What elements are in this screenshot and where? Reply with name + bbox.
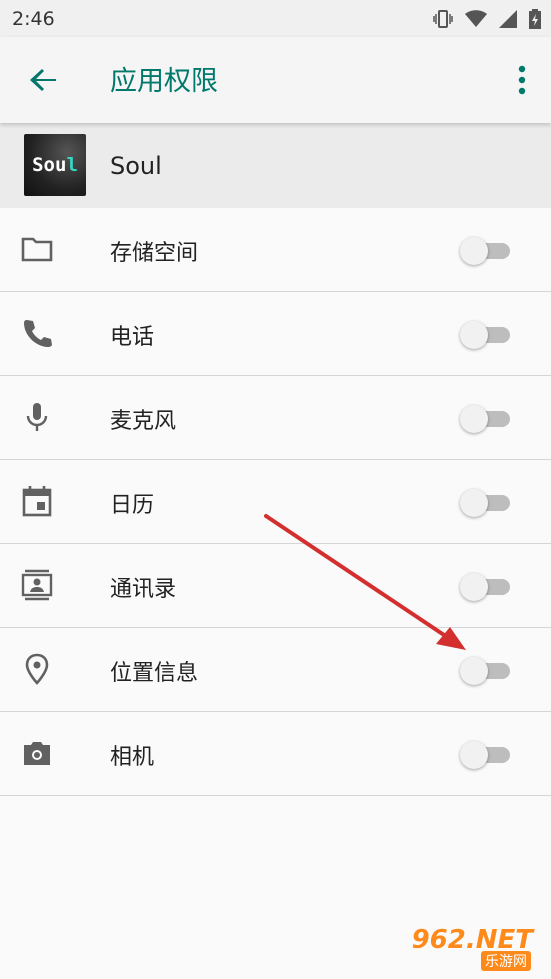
watermark: 962.NET 乐游网 (403, 923, 543, 973)
location-icon (25, 653, 49, 685)
permission-toggle[interactable] (460, 489, 512, 517)
more-options-icon[interactable] (515, 62, 529, 98)
page-title: 应用权限 (110, 66, 218, 97)
permission-label: 麦克风 (110, 409, 177, 434)
permission-label: 通讯录 (110, 577, 177, 602)
permission-list: 存储空间 电话 麦克风 日历 通讯录 位置信息 相机 (0, 208, 551, 796)
permission-toggle[interactable] (460, 405, 512, 433)
permission-label: 存储空间 (110, 241, 199, 266)
wifi-icon (465, 9, 487, 27)
watermark-sub: 乐游网 (481, 951, 531, 971)
app-logo: Soul (24, 134, 86, 196)
permission-label: 位置信息 (110, 661, 199, 686)
microphone-icon (26, 403, 48, 431)
permission-label: 相机 (110, 745, 155, 770)
signal-icon (499, 9, 517, 28)
folder-icon (21, 237, 53, 262)
permission-toggle[interactable] (460, 237, 512, 265)
permission-row-calendar[interactable]: 日历 (0, 460, 551, 544)
status-bar: 2:46 (0, 0, 551, 37)
permission-toggle[interactable] (460, 573, 512, 601)
permission-toggle[interactable] (460, 741, 512, 769)
permission-row-contacts[interactable]: 通讯录 (0, 544, 551, 628)
app-logo-text: Soul (32, 154, 78, 176)
permission-row-phone[interactable]: 电话 (0, 292, 551, 376)
contacts-icon (21, 569, 53, 601)
permission-toggle[interactable] (460, 321, 512, 349)
app-bar: 应用权限 (0, 37, 551, 123)
permission-toggle[interactable] (460, 657, 512, 685)
permission-row-camera[interactable]: 相机 (0, 712, 551, 796)
permission-row-storage[interactable]: 存储空间 (0, 208, 551, 292)
status-icons (433, 8, 541, 29)
permission-label: 日历 (110, 493, 155, 518)
permission-row-microphone[interactable]: 麦克风 (0, 376, 551, 460)
battery-charging-icon (529, 8, 541, 29)
status-time: 2:46 (12, 7, 55, 30)
vibrate-icon (433, 9, 453, 28)
permission-row-location[interactable]: 位置信息 (0, 628, 551, 712)
permission-label: 电话 (110, 325, 155, 350)
calendar-icon (22, 486, 52, 517)
back-arrow-icon[interactable] (26, 62, 62, 98)
phone-icon (24, 320, 52, 347)
camera-icon (24, 742, 50, 765)
app-name: Soul (110, 152, 162, 180)
